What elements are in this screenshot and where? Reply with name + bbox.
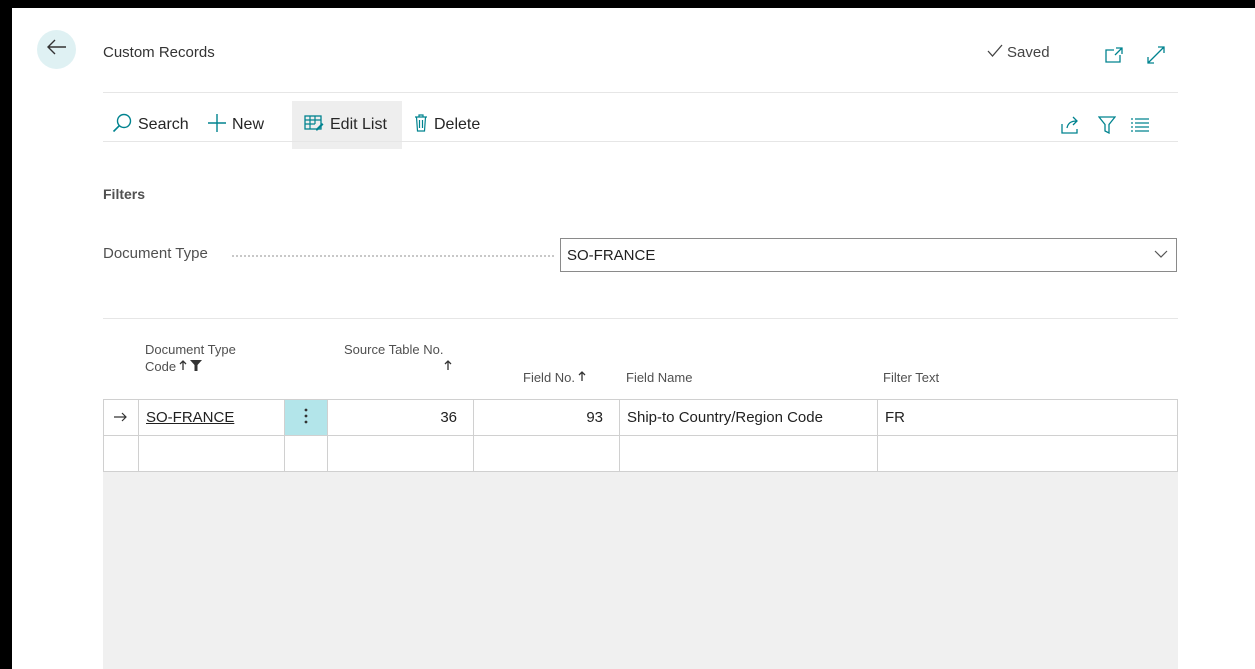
- sort-ascending-icon: [578, 369, 586, 386]
- field-no-cell[interactable]: [473, 436, 619, 471]
- source-table-no-cell[interactable]: 36: [327, 400, 473, 435]
- field-no-cell[interactable]: 93: [473, 400, 619, 435]
- divider: [103, 318, 1178, 319]
- document-type-value: SO-FRANCE: [567, 246, 656, 264]
- edit-list-label: Edit List: [330, 116, 387, 133]
- document-type-label: Document Type: [103, 245, 208, 262]
- column-header-field-no[interactable]: Field No.: [523, 369, 586, 386]
- back-button[interactable]: [37, 30, 76, 69]
- filter-icon[interactable]: [1096, 114, 1118, 136]
- document-type-code-cell[interactable]: [138, 436, 284, 471]
- current-row-arrow-icon: [114, 409, 128, 426]
- saved-label: Saved: [1007, 44, 1050, 61]
- sort-ascending-icon: [344, 358, 452, 375]
- divider: [103, 92, 1178, 93]
- dotted-leader: [232, 255, 554, 257]
- search-label: Search: [138, 116, 189, 133]
- column-header-filter-text[interactable]: Filter Text: [883, 369, 939, 386]
- page-title: Custom Records: [103, 44, 215, 61]
- document-type-code-cell[interactable]: SO-FRANCE: [138, 400, 284, 435]
- column-header-document-type-code[interactable]: Document Type Code: [145, 341, 236, 375]
- column-header-label: Field No.: [523, 370, 576, 385]
- plus-icon: [208, 113, 226, 137]
- divider: [103, 141, 1178, 142]
- document-type-select[interactable]: SO-FRANCE: [560, 238, 1177, 272]
- document-type-code-link[interactable]: SO-FRANCE: [146, 409, 234, 426]
- source-table-no-cell[interactable]: [327, 436, 473, 471]
- table-row[interactable]: SO-FRANCE 36 93 Ship-to Country/Region C…: [103, 399, 1178, 435]
- filter-text-cell[interactable]: FR: [877, 400, 1178, 435]
- row-indicator: [103, 400, 138, 435]
- search-icon: [112, 113, 132, 138]
- open-in-new-window-icon[interactable]: [1103, 44, 1125, 66]
- trash-icon: [414, 113, 428, 137]
- grid-bottom-border: [103, 471, 1178, 472]
- share-icon[interactable]: [1059, 114, 1081, 136]
- field-name-cell[interactable]: [619, 436, 877, 471]
- page-frame: Custom Records Saved Search New Edit Lis…: [0, 8, 1255, 669]
- filter-text-cell[interactable]: [877, 436, 1178, 471]
- row-indicator: [103, 436, 138, 471]
- records-grid: SO-FRANCE 36 93 Ship-to Country/Region C…: [103, 399, 1178, 669]
- sort-ascending-icon: [179, 358, 187, 375]
- back-arrow-icon: [46, 39, 67, 60]
- row-actions-cell: [284, 436, 327, 471]
- column-header-label: Code: [145, 359, 177, 374]
- filter-applied-icon: [190, 358, 203, 375]
- chevron-down-icon: [1154, 247, 1168, 265]
- checkmark-icon: [987, 44, 1003, 61]
- table-row-empty[interactable]: [103, 435, 1178, 471]
- edit-list-icon: [304, 114, 324, 136]
- row-actions-button[interactable]: [284, 400, 327, 435]
- new-label: New: [232, 116, 265, 133]
- delete-label: Delete: [434, 116, 481, 133]
- column-header-label: Source Table No.: [344, 342, 444, 357]
- column-header-source-table-no[interactable]: Source Table No.: [344, 341, 452, 375]
- expand-icon[interactable]: [1145, 44, 1167, 66]
- filters-title: Filters: [103, 186, 146, 202]
- column-header-label: Document Type: [145, 342, 236, 357]
- more-options-icon: [304, 408, 308, 428]
- column-header-field-name[interactable]: Field Name: [626, 369, 692, 386]
- saved-status: Saved: [987, 44, 1050, 61]
- list-view-icon[interactable]: [1129, 114, 1151, 136]
- field-name-cell[interactable]: Ship-to Country/Region Code: [619, 400, 877, 435]
